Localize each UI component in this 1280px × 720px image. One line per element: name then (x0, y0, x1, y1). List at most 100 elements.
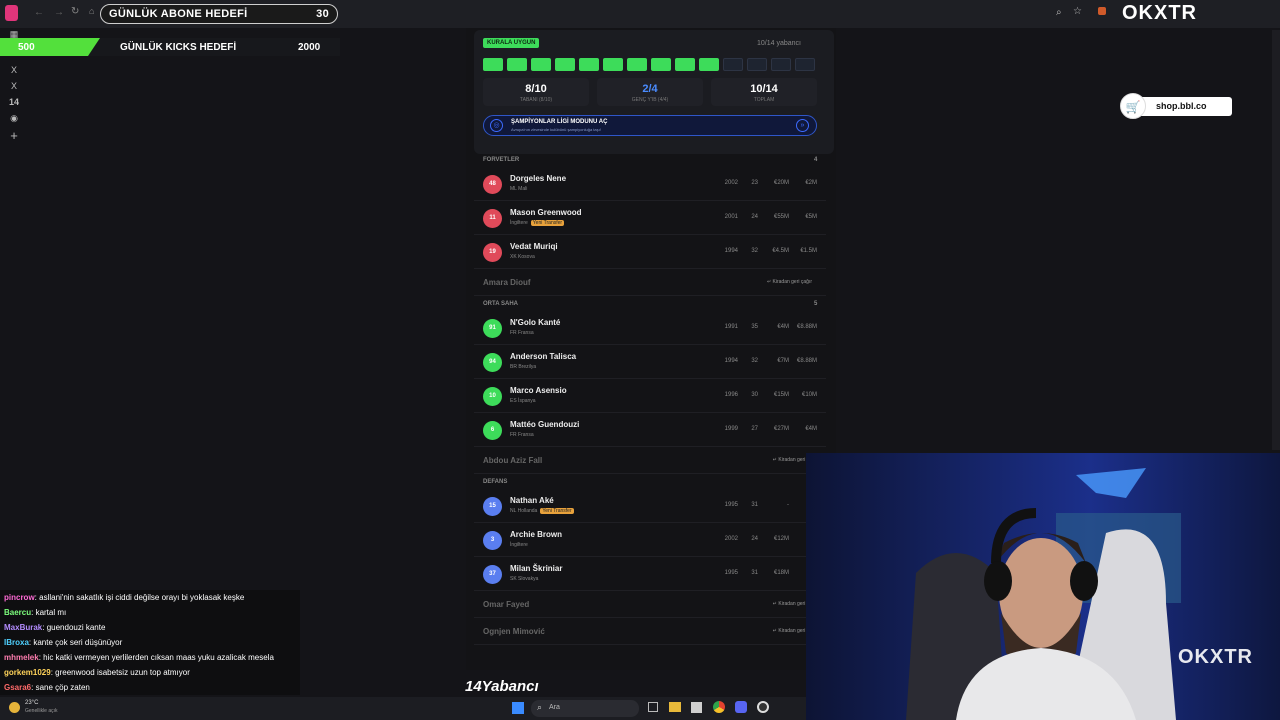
task-view-icon[interactable] (648, 702, 658, 712)
chat-username[interactable]: pincrow (4, 593, 35, 602)
shop-url: shop.bbl.co (1156, 101, 1207, 111)
player-name: Dorgeles Nene (510, 174, 567, 183)
forward-arrow-icon: » (796, 119, 809, 132)
kick-logo-icon[interactable] (5, 5, 18, 21)
player-row[interactable]: 19 Vedat Muriqi XK Kosova 1994 32 €4.5M €1.5M (474, 236, 826, 269)
country-name: ML Mali (510, 186, 528, 192)
quota-segment (627, 58, 647, 71)
globe-icon[interactable]: ◉ (8, 112, 20, 124)
stat-value: 2/4 (642, 83, 658, 95)
player-name: N'Golo Kanté (510, 318, 561, 327)
windows-start-icon[interactable] (512, 702, 524, 714)
file-explorer-icon[interactable] (669, 702, 681, 712)
extension-icon[interactable] (1098, 7, 1106, 15)
section-forwards-count: 4 (814, 157, 818, 163)
quota-segment (603, 58, 623, 71)
player-name: Marco Asensio (510, 386, 567, 395)
webcam-feed: OKXTR (806, 453, 1280, 720)
back-icon[interactable]: ← (34, 7, 44, 18)
loan-row: Amara Diouf ↵ Kiradan geri çağır (474, 270, 826, 296)
chat-username[interactable]: MaxBurak (4, 623, 42, 632)
quota-segment (483, 58, 503, 71)
player-age: 35 (751, 324, 758, 330)
chat-message: pincrow: asllani'nin sakatlık işi ciddi … (4, 593, 244, 602)
quota-segment (555, 58, 575, 71)
player-row[interactable]: 48 Dorgeles Nene ML Mali 2002 23 €20M €2M (474, 168, 826, 201)
add-icon[interactable]: + (8, 129, 20, 142)
weather-icon (9, 702, 20, 713)
shop-link[interactable]: 🛒 shop.bbl.co (1120, 93, 1232, 119)
chat-username[interactable]: mhmelek (4, 653, 39, 662)
loan-row: Ognjen Mimović ↵ Kiradan geri ça (474, 619, 826, 645)
chat-username[interactable]: gorkem1029 (4, 668, 51, 677)
star-icon[interactable]: ☆ (1073, 6, 1082, 17)
chat-username[interactable]: Baercu (4, 608, 31, 617)
market-value: €55M (773, 214, 789, 220)
birth-year: 1991 (724, 324, 738, 330)
loan-row: Omar Fayed ↵ Kiradan geri ça (474, 592, 826, 618)
player-row[interactable]: 11 Mason Greenwood İngiltere Yeni Transfer 2… (474, 202, 826, 235)
market-value: €4M (777, 324, 789, 330)
stat-box: 2/4 GENÇ Y'IB (4/4) (597, 78, 703, 106)
player-age: 31 (751, 570, 758, 576)
player-row[interactable]: 91 N'Golo Kanté FR Fransa 1991 35 €4M €8.88M (474, 312, 826, 345)
player-name: Nathan Aké (510, 496, 554, 505)
recall-loan-button[interactable]: ↵ Kiradan geri çağır (767, 279, 812, 285)
player-age: 23 (751, 180, 758, 186)
kicks-goal-fill (0, 38, 100, 56)
chat-text: : greenwood isabetsiz uzun top atmıyor (50, 668, 190, 677)
country-name: SK Slovakya (510, 576, 539, 582)
birth-year: 1994 (724, 248, 738, 254)
store-icon[interactable] (691, 702, 702, 713)
page-scrollbar[interactable] (1272, 30, 1280, 450)
section-midfield: ORTA SAHA (483, 301, 518, 307)
stat-label: TABANI (8/10) (519, 97, 553, 103)
champions-league-button[interactable]: ◎ ŞAMPİYONLAR LİGİ MODUNU AÇ Avrupa'nın … (483, 115, 817, 136)
new-transfer-badge: Yeni Transfer (540, 508, 574, 514)
chat-text: : guendouzi kante (42, 623, 106, 632)
country-name: İngiltere (510, 220, 528, 226)
chat-username[interactable]: IBroxa (4, 638, 29, 647)
player-country: ES İspanya (510, 398, 536, 404)
x-icon[interactable]: X (8, 64, 20, 76)
taskbar-search[interactable]: ⌕ Ara (531, 700, 639, 717)
chat-username[interactable]: Gsara6 (4, 683, 31, 692)
player-age: 32 (751, 248, 758, 254)
player-row[interactable]: 3 Archie Brown İngiltere 2002 24 €12M (474, 524, 826, 557)
birth-year: 1996 (724, 392, 738, 398)
player-row[interactable]: 37 Milan Škriniar SK Slovakya 1995 31 €18M (474, 558, 826, 591)
player-country: FR Fransa (510, 432, 534, 438)
market-value: €15M (773, 392, 789, 398)
rule-badge: KURALA UYGUN (483, 38, 540, 48)
chat-text: : kante çok seri düşünüyor (28, 638, 123, 647)
jersey-number: 37 (483, 565, 502, 584)
market-value: €20M (773, 180, 789, 186)
player-row[interactable]: 15 Nathan Aké NL Hollanda Yeni Transfer 1995… (474, 490, 826, 523)
x-icon[interactable]: X (8, 80, 20, 92)
player-row[interactable]: 10 Marco Asensio ES İspanya 1996 30 €15M €10M (474, 380, 826, 413)
market-value: €12M (773, 536, 789, 542)
quota-segment (699, 58, 719, 71)
stat-box: 8/10 TABANI (8/10) (483, 78, 589, 106)
obs-icon[interactable] (757, 701, 769, 713)
player-row[interactable]: 94 Anderson Talisca BR Brezilya 1994 32 €7M €8… (474, 346, 826, 379)
country-name: BR Brezilya (510, 364, 537, 370)
discord-icon[interactable] (735, 701, 747, 713)
player-wage: €2M (805, 180, 817, 186)
reload-icon[interactable]: ↻ (71, 6, 79, 17)
player-wage: €8.88M (796, 324, 817, 330)
birth-year: 1999 (724, 426, 738, 432)
player-country: SK Slovakya (510, 576, 538, 582)
cart-icon: 🛒 (1120, 93, 1146, 119)
home-icon[interactable]: ⌂ (89, 6, 94, 16)
country-name: NL Hollanda (510, 508, 538, 514)
player-row[interactable]: 6 Mattéo Guendouzi FR Fransa 1999 27 €27M €4M (474, 414, 826, 447)
chat-overlay: pincrow: asllani'nin sakatlık işi ciddi … (0, 590, 300, 695)
chrome-icon[interactable] (713, 701, 725, 713)
forward-icon[interactable]: → (54, 7, 64, 18)
stat-label: TOPLAM (753, 97, 775, 103)
loan-player-name: Amara Diouf (483, 278, 531, 287)
player-country: ML Mali (510, 186, 527, 192)
badge-14-icon[interactable]: 14 (8, 96, 20, 108)
search-icon[interactable]: ⌕ (1056, 7, 1062, 18)
